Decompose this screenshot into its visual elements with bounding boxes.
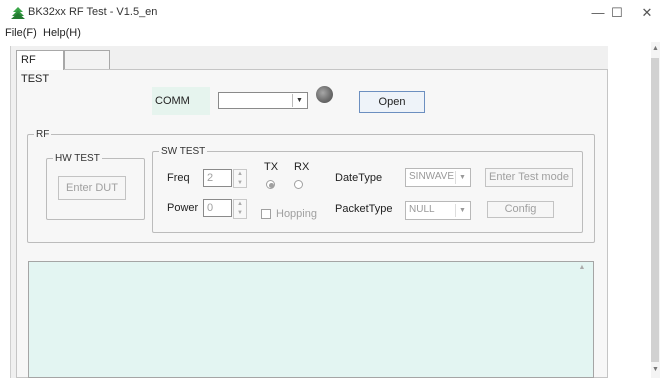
chevron-down-icon: ▼: [292, 94, 306, 107]
comm-port-select[interactable]: ▼: [218, 92, 308, 109]
datatype-select[interactable]: SINWAVE ▼: [405, 168, 471, 187]
comm-label: COMM: [152, 87, 210, 115]
hopping-label: Hopping: [276, 208, 317, 220]
datatype-label: DateType: [335, 172, 383, 184]
spin-up-icon: ▲: [237, 171, 243, 177]
sw-test-group: SW TEST: [152, 146, 583, 233]
scrollbar-thumb[interactable]: [651, 58, 659, 362]
power-label: Power: [167, 202, 199, 214]
packettype-value: NULL: [409, 204, 435, 215]
freq-label: Freq: [167, 172, 190, 184]
power-input[interactable]: 0: [203, 199, 232, 217]
spin-down-icon: ▼: [237, 210, 243, 216]
menu-file[interactable]: File(F): [5, 27, 37, 39]
spin-up-icon: ▲: [237, 201, 243, 207]
hw-test-legend: HW TEST: [55, 153, 100, 164]
scroll-up-icon[interactable]: ▲: [651, 44, 660, 54]
hopping-checkbox[interactable]: [261, 209, 271, 219]
packettype-label: PacketType: [335, 203, 393, 215]
tx-radio[interactable]: [266, 180, 275, 189]
freq-input[interactable]: 2: [203, 169, 232, 187]
enter-test-mode-button[interactable]: Enter Test mode: [485, 168, 573, 187]
minimize-button[interactable]: —: [588, 4, 608, 22]
packettype-select[interactable]: NULL ▼: [405, 201, 471, 220]
close-button[interactable]: ✕: [637, 4, 657, 22]
enter-dut-button[interactable]: Enter DUT: [58, 176, 126, 200]
rx-label: RX: [294, 161, 310, 173]
freq-spinner[interactable]: ▲ ▼: [233, 169, 247, 188]
scroll-up-icon[interactable]: ▲: [577, 264, 587, 274]
chevron-down-icon: ▼: [455, 204, 469, 217]
config-button[interactable]: Config: [487, 201, 554, 218]
rf-group-legend: RF: [36, 129, 50, 140]
chevron-down-icon: ▼: [455, 171, 469, 184]
menu-help[interactable]: Help(H): [43, 27, 81, 39]
open-button[interactable]: Open: [359, 91, 425, 113]
datatype-value: SINWAVE: [409, 171, 455, 182]
rx-radio[interactable]: [294, 180, 303, 189]
sw-test-legend: SW TEST: [161, 146, 206, 157]
window-title: BK32xx RF Test - V1.5_en: [28, 6, 158, 18]
tx-label: TX: [264, 161, 279, 173]
menu-bar: [0, 26, 660, 42]
power-spinner[interactable]: ▲ ▼: [233, 199, 247, 219]
title-bar: BK32xx RF Test - V1.5_en — ☐ ✕: [0, 0, 660, 26]
status-led-icon: [316, 86, 333, 103]
spin-down-icon: ▼: [237, 179, 243, 186]
tab-unnamed[interactable]: [64, 50, 110, 70]
maximize-button[interactable]: ☐: [607, 4, 627, 22]
log-output[interactable]: [28, 261, 594, 378]
scroll-down-icon[interactable]: ▼: [651, 365, 660, 375]
app-icon: [11, 7, 25, 19]
tab-rf-test[interactable]: RF TEST: [16, 50, 64, 85]
